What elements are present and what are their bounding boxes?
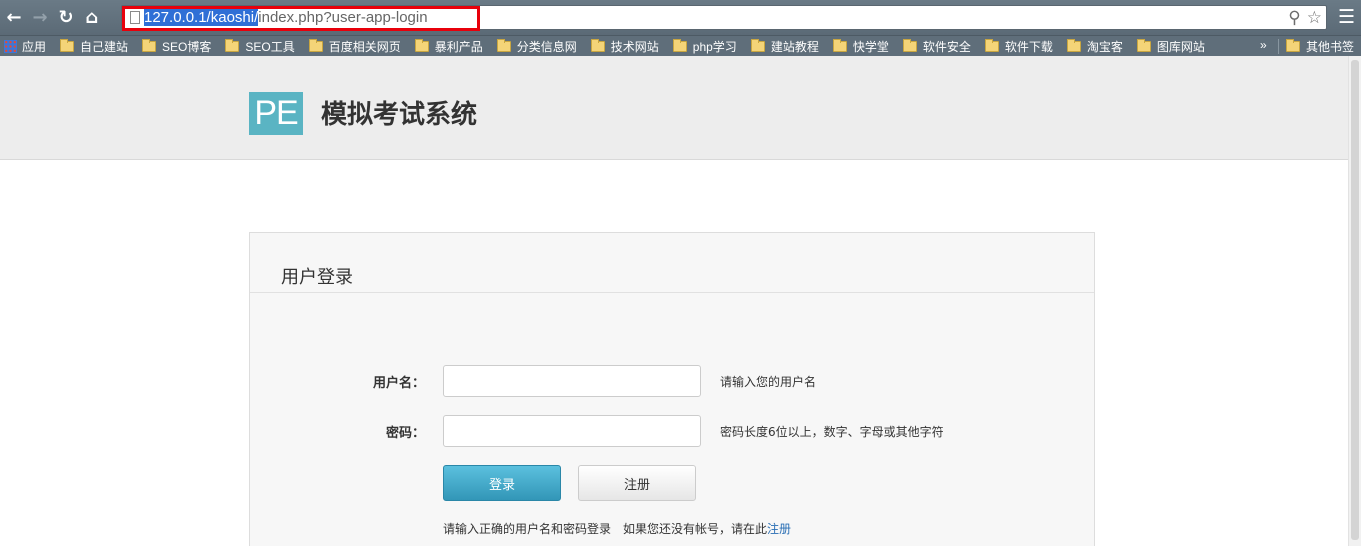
bookmark-item[interactable]: SEO工具: [225, 38, 295, 55]
folder-icon: [750, 38, 765, 52]
apps-icon: [4, 39, 17, 53]
bookmark-label: 百度相关网页: [328, 39, 401, 54]
password-input[interactable]: [443, 415, 701, 447]
url-text[interactable]: 127.0.0.1/kaoshi/index.php?user-app-logi…: [144, 9, 428, 26]
page-icon: [130, 11, 140, 24]
login-footer-text: 请输入正确的用户名和密码登录 如果您还没有帐号，请在此: [443, 522, 768, 536]
reload-icon[interactable]: ↻: [53, 5, 79, 31]
register-link[interactable]: 注册: [767, 522, 791, 536]
bookmark-label: 技术网站: [610, 39, 659, 54]
bookmarks-overflow-icon[interactable]: »: [1260, 38, 1267, 52]
bookmark-star-icon[interactable]: ☆: [1307, 8, 1322, 28]
site-header: PE 模拟考试系统: [0, 56, 1348, 160]
folder-icon: [414, 38, 429, 52]
bookmark-apps[interactable]: 应用: [4, 38, 46, 55]
vertical-scrollbar[interactable]: [1348, 56, 1361, 546]
folder-icon: [496, 38, 511, 52]
bookmark-item[interactable]: 建站教程: [750, 38, 819, 55]
folder-icon: [1066, 38, 1081, 52]
folder-icon: [1286, 39, 1300, 52]
bookmark-item[interactable]: 自己建站: [60, 38, 128, 55]
bookmark-item[interactable]: 软件下载: [984, 38, 1053, 55]
folder-icon: [308, 38, 323, 52]
bookmarks-bar: 应用 自己建站 SEO博客 SEO工具 百度相关网页 暴利产品 分类信息网 技术…: [0, 35, 1361, 56]
username-hint: 请输入您的用户名: [720, 375, 817, 389]
login-panel-title: 用户登录: [281, 267, 353, 288]
login-footer-note: 请输入正确的用户名和密码登录 如果您还没有帐号，请在此注册: [443, 520, 791, 537]
folder-icon: [1136, 38, 1151, 52]
bookmark-item[interactable]: 快学堂: [832, 38, 889, 55]
site-title: 模拟考试系统: [321, 100, 478, 130]
login-panel-header: 用户登录: [250, 233, 1094, 293]
menu-icon[interactable]: ☰: [1338, 6, 1355, 28]
scrollbar-thumb[interactable]: [1351, 60, 1359, 540]
register-button[interactable]: 注册: [578, 465, 696, 501]
folder-icon: [672, 38, 687, 52]
bookmark-item[interactable]: 图库网站: [1136, 38, 1205, 55]
bookmark-label: php学习: [692, 39, 737, 54]
bookmarks-separator: [1278, 39, 1279, 54]
folder-icon: [225, 38, 240, 52]
folder-icon: [590, 38, 605, 52]
omnibox-icons: ⚲ ☆: [1288, 8, 1322, 28]
bookmark-label: 图库网站: [1156, 39, 1205, 54]
bookmark-item[interactable]: 百度相关网页: [308, 38, 401, 55]
folder-icon: [984, 38, 999, 52]
bookmark-label: SEO博客: [162, 39, 212, 54]
username-label: 用户名：: [372, 376, 425, 391]
bookmark-label: 暴利产品: [434, 39, 483, 54]
username-input[interactable]: [443, 365, 701, 397]
forward-icon[interactable]: →: [27, 5, 53, 31]
bookmark-item[interactable]: 淘宝客: [1066, 38, 1123, 55]
folder-icon: [60, 38, 75, 52]
bookmark-item[interactable]: 技术网站: [590, 38, 659, 55]
page-content: PE 模拟考试系统 用户登录 用户名： 请输入您的用户名 密码： 密码长度6位以…: [0, 56, 1348, 546]
site-logo[interactable]: PE: [249, 92, 303, 135]
bookmark-label: 淘宝客: [1086, 39, 1123, 54]
bookmark-label: 自己建站: [80, 39, 129, 54]
bookmark-item[interactable]: 分类信息网: [496, 38, 577, 55]
login-button[interactable]: 登录: [443, 465, 561, 501]
folder-icon: [142, 38, 157, 52]
bookmark-label: 快学堂: [852, 39, 889, 54]
bookmark-item[interactable]: 暴利产品: [414, 38, 483, 55]
url-selected-part: 127.0.0.1/kaoshi/: [144, 9, 259, 26]
browser-toolbar: ← → ↻ ⌂ 127.0.0.1/kaoshi/index.php?user-…: [0, 0, 1361, 35]
password-label: 密码：: [385, 426, 425, 441]
bookmark-label: 建站教程: [770, 39, 819, 54]
folder-icon: [832, 38, 847, 52]
url-rest-part: index.php?user-app-login: [258, 9, 428, 26]
home-icon[interactable]: ⌂: [79, 5, 105, 31]
login-panel: 用户登录 用户名： 请输入您的用户名 密码： 密码长度6位以上，数字、字母或其他…: [249, 232, 1095, 546]
back-icon[interactable]: ←: [1, 5, 27, 31]
bookmark-item[interactable]: 软件安全: [902, 38, 971, 55]
bookmark-label: 软件安全: [922, 39, 971, 54]
address-bar[interactable]: 127.0.0.1/kaoshi/index.php?user-app-logi…: [121, 5, 1327, 31]
bookmark-label: SEO工具: [245, 39, 295, 54]
bookmark-item[interactable]: SEO博客: [142, 38, 211, 55]
zoom-icon[interactable]: ⚲: [1288, 8, 1300, 28]
folder-icon: [902, 38, 917, 52]
bookmark-label: 分类信息网: [516, 39, 577, 54]
password-hint: 密码长度6位以上，数字、字母或其他字符: [720, 425, 944, 439]
other-bookmarks[interactable]: 其他书签: [1286, 38, 1354, 55]
bookmark-apps-label: 应用: [22, 39, 47, 54]
other-bookmarks-label: 其他书签: [1306, 40, 1355, 54]
bookmark-item[interactable]: php学习: [672, 38, 737, 55]
bookmark-label: 软件下载: [1004, 39, 1053, 54]
